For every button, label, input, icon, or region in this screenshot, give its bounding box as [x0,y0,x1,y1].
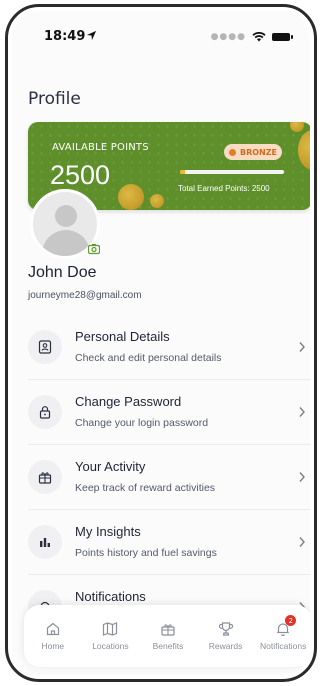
gift-icon [28,460,62,494]
menu-item-subtitle: Check and edit personal details [75,352,222,364]
points-progress-fill [180,170,186,174]
home-icon [46,622,59,636]
user-name: John Doe [28,264,97,281]
tab-label: Rewards [208,641,243,651]
screen: 18:49 ●●●● Profile AVAILABLE POINTS 2500… [12,11,310,675]
lock-icon [28,395,62,429]
menu-item-personal-details[interactable]: Personal Details Check and edit personal… [28,315,310,380]
location-arrow-icon [86,30,97,41]
total-earned-points: Total Earned Points: 2500 [178,184,270,193]
menu-item-title: My Insights [75,524,141,539]
chevron-right-icon [299,342,305,352]
chevron-right-icon [299,537,305,547]
available-points-label: AVAILABLE POINTS [52,142,149,153]
menu-item-subtitle: Points history and fuel savings [75,547,217,559]
menu-item-change-password[interactable]: Change Password Change your login passwo… [28,380,310,445]
camera-icon[interactable] [88,243,100,255]
signal-icon: ●●●● [210,32,246,42]
tab-benefits[interactable]: Benefits [140,621,196,651]
available-points-value: 2500 [50,160,111,190]
menu-item-your-activity[interactable]: Your Activity Keep track of reward activ… [28,445,310,510]
menu-item-my-insights[interactable]: My Insights Points history and fuel savi… [28,510,310,575]
battery-icon [272,33,293,41]
page-title: Profile [28,89,81,109]
gift-icon [161,624,175,636]
phone-frame: 18:49 ●●●● Profile AVAILABLE POINTS 2500… [5,4,317,682]
menu-item-title: Personal Details [75,329,170,344]
bar-chart-icon [28,525,62,559]
tier-dot-icon [228,148,236,156]
trophy-icon [218,622,233,636]
menu-item-subtitle: Keep track of reward activities [75,482,216,494]
id-card-icon [28,330,62,364]
chevron-right-icon [299,407,305,417]
tier-label: BRONZE [239,147,278,157]
menu-item-title: Your Activity [75,459,146,474]
notification-count-badge: 2 [285,615,297,626]
tab-label: Locations [92,641,129,651]
tab-label: Benefits [152,641,184,651]
tier-badge: BRONZE [224,144,282,160]
status-bar: 18:49 ●●●● [12,21,310,49]
tab-rewards[interactable]: Rewards [198,621,254,651]
tab-label: Home [41,641,65,651]
menu-item-title: Notifications [75,589,146,604]
avatar-body [42,230,90,256]
coin-decoration [150,194,164,208]
tab-home[interactable]: Home [25,621,81,651]
map-icon [103,622,118,636]
bottom-tab-bar: Home Locations Benefits Rewards 2 Notifi… [24,605,310,667]
status-time: 18:49 [44,29,86,44]
profile-menu: Personal Details Check and edit personal… [28,315,310,639]
menu-item-subtitle: Change your login password [75,417,209,429]
wifi-icon [252,32,266,42]
points-progress-bar [180,170,284,174]
tab-notifications[interactable]: 2 Notifications [255,615,310,651]
chevron-right-icon [299,472,305,482]
avatar-head [55,205,77,227]
user-email: journeyme28@gmail.com [28,290,142,301]
menu-item-title: Change Password [75,394,182,409]
tab-label: Notifications [260,641,307,651]
status-indicators: ●●●● [210,32,293,42]
tab-locations[interactable]: Locations [82,621,138,651]
coin-decoration [118,184,144,210]
